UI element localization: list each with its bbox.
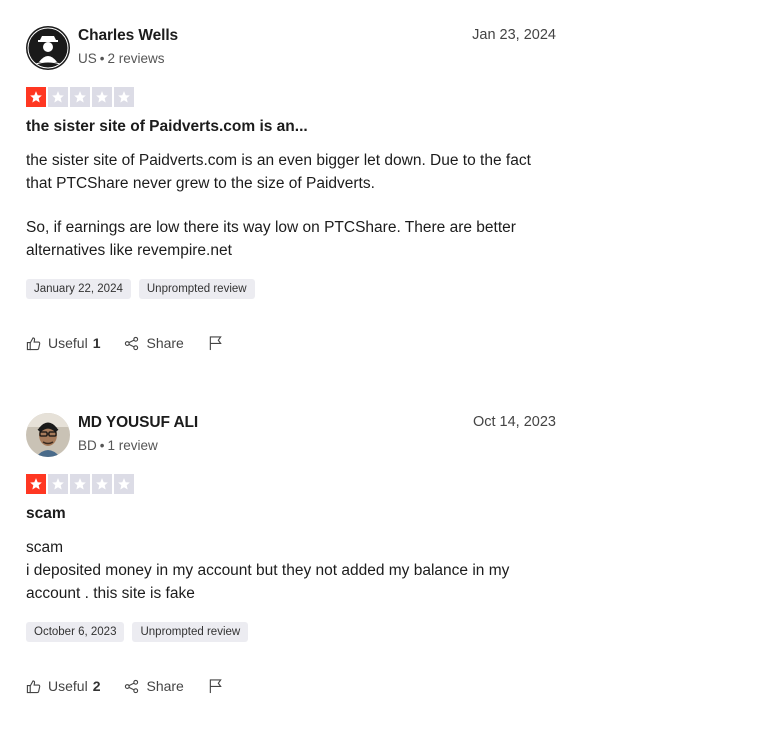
thumbs-up-icon bbox=[26, 679, 41, 693]
share-label: Share bbox=[146, 335, 184, 351]
reviewer-meta: BD • 1 review bbox=[78, 438, 158, 453]
star-rating bbox=[26, 87, 556, 107]
reviewer-name[interactable]: Charles Wells bbox=[78, 27, 178, 45]
experience-date-badge: January 22, 2024 bbox=[26, 279, 131, 299]
review-header: Charles Wells US • 2 reviews Jan 23, 2024 bbox=[26, 26, 556, 70]
review-actions: Useful 2 Share bbox=[26, 678, 556, 694]
review-paragraph: the sister site of Paidverts.com is an e… bbox=[26, 152, 531, 192]
star-icon bbox=[70, 474, 90, 494]
useful-button[interactable]: Useful 1 bbox=[26, 335, 100, 351]
review-date: Jan 23, 2024 bbox=[472, 27, 556, 43]
report-button[interactable] bbox=[208, 678, 223, 694]
report-button[interactable] bbox=[208, 335, 223, 351]
useful-label: Useful bbox=[48, 335, 88, 351]
review-card: Charles Wells US • 2 reviews Jan 23, 2024 … bbox=[26, 26, 556, 351]
experience-date-badge: October 6, 2023 bbox=[26, 622, 125, 642]
review-body: scam i deposited money in my account but… bbox=[26, 536, 556, 605]
flag-icon bbox=[209, 679, 222, 694]
useful-button[interactable]: Useful 2 bbox=[26, 678, 100, 694]
star-icon bbox=[92, 87, 112, 107]
unprompted-review-badge[interactable]: Unprompted review bbox=[138, 279, 255, 299]
reviewer-country: US bbox=[78, 51, 97, 66]
review-tags: January 22, 2024 Unprompted review bbox=[26, 279, 556, 299]
reviewer-review-count: 2 reviews bbox=[107, 51, 165, 66]
flag-icon bbox=[209, 336, 222, 351]
unprompted-review-badge[interactable]: Unprompted review bbox=[132, 622, 249, 642]
reviewer-review-count: 1 review bbox=[107, 438, 158, 453]
review-header: MD YOUSUF ALI BD • 1 review Oct 14, 2023 bbox=[26, 413, 556, 457]
reviewer-meta: US • 2 reviews bbox=[78, 51, 165, 66]
share-icon bbox=[125, 679, 139, 693]
review-tags: October 6, 2023 Unprompted review bbox=[26, 622, 556, 642]
star-icon bbox=[114, 87, 134, 107]
star-icon bbox=[114, 474, 134, 494]
share-button[interactable]: Share bbox=[124, 335, 184, 351]
review-card: MD YOUSUF ALI BD • 1 review Oct 14, 2023 s… bbox=[26, 413, 556, 694]
avatar[interactable] bbox=[26, 26, 70, 70]
star-icon bbox=[48, 87, 68, 107]
review-paragraph: So, if earnings are low there its way lo… bbox=[26, 219, 516, 259]
star-icon bbox=[26, 87, 46, 107]
review-body: the sister site of Paidverts.com is an e… bbox=[26, 149, 556, 262]
separator-dot: • bbox=[99, 438, 105, 453]
review-actions: Useful 1 Share bbox=[26, 335, 556, 351]
review-title[interactable]: the sister site of Paidverts.com is an..… bbox=[26, 118, 556, 136]
share-button[interactable]: Share bbox=[124, 678, 184, 694]
review-paragraph: scam bbox=[26, 539, 64, 556]
share-label: Share bbox=[146, 678, 184, 694]
share-icon bbox=[125, 336, 139, 350]
separator-dot: • bbox=[99, 51, 105, 66]
avatar[interactable] bbox=[26, 413, 70, 457]
review-paragraph: i deposited money in my account but they… bbox=[26, 562, 510, 602]
star-rating bbox=[26, 474, 556, 494]
useful-count: 2 bbox=[92, 678, 101, 694]
review-title[interactable]: scam bbox=[26, 505, 556, 523]
review-date: Oct 14, 2023 bbox=[472, 414, 556, 430]
reviewer-name[interactable]: MD YOUSUF ALI bbox=[78, 414, 198, 432]
star-icon bbox=[26, 474, 46, 494]
star-icon bbox=[48, 474, 68, 494]
reviewer-country: BD bbox=[78, 438, 97, 453]
thumbs-up-icon bbox=[26, 336, 41, 350]
star-icon bbox=[70, 87, 90, 107]
useful-count: 1 bbox=[92, 335, 101, 351]
star-icon bbox=[92, 474, 112, 494]
useful-label: Useful bbox=[48, 678, 88, 694]
